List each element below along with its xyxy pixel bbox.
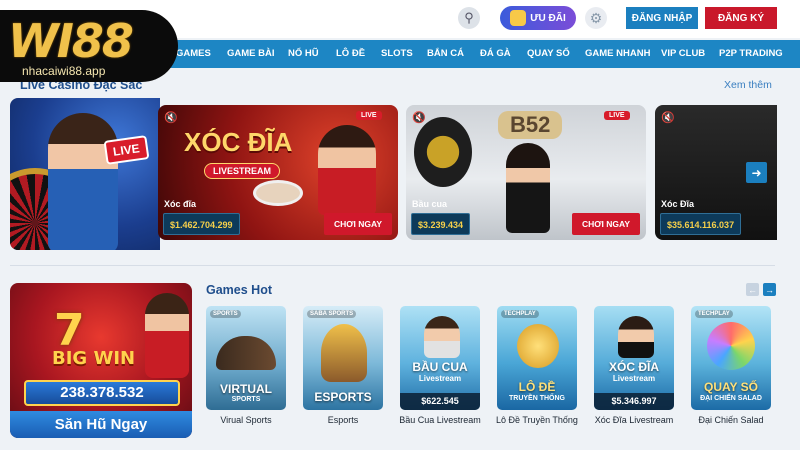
- mute-icon[interactable]: 🔇: [164, 111, 178, 124]
- search-icon[interactable]: ⚲: [458, 7, 480, 29]
- see-more-link[interactable]: Xem thêm: [724, 79, 772, 91]
- nav-item-games[interactable]: GAMES: [176, 40, 211, 68]
- tile-title: LÔ ĐỀ: [518, 380, 556, 394]
- card-amount: $35.614.116.037: [660, 213, 742, 235]
- jackpot-banner[interactable]: 7 BIG WIN 238.378.532 Săn Hũ Ngay: [10, 283, 192, 438]
- dice-plate: [253, 180, 303, 206]
- tile-title: ESPORTS: [314, 390, 372, 404]
- provider-badge: TECHPLAY: [695, 310, 733, 318]
- tile-title: VIRTUAL: [220, 382, 272, 396]
- host-figure: [424, 316, 460, 358]
- games-hot-next-arrow[interactable]: →: [763, 283, 776, 296]
- lucky-seven-graphic: 7: [54, 305, 85, 356]
- game-tile[interactable]: BẦU CUA Livestream $622.545: [400, 306, 480, 410]
- god-of-wealth-graphic: [517, 324, 559, 368]
- prize-wheel-graphic: [707, 322, 755, 370]
- game-tile-label[interactable]: Esports: [295, 415, 391, 425]
- big-win-label: BIG WIN: [52, 348, 136, 369]
- bowl-graphic: [414, 117, 472, 187]
- game-tile[interactable]: TECHPLAY LÔ ĐỀ TRUYỀN THỐNG: [497, 306, 577, 410]
- tile-subtitle: ĐẠI CHIẾN SALAD: [700, 395, 762, 402]
- live-game-card[interactable]: 🔇 LIVE XÓC ĐĨA LIVESTREAM Xóc đĩa $1.462…: [158, 105, 398, 240]
- game-tile-label[interactable]: Xóc Đĩa Livestream: [586, 415, 682, 425]
- nav-item-jackpot[interactable]: NỔ HŨ: [288, 40, 319, 68]
- live-badge: LIVE: [103, 135, 150, 165]
- card-game-name: Xóc Đĩa: [661, 199, 695, 209]
- nav-item-p2p-trading[interactable]: P2P TRADING: [719, 40, 783, 68]
- game-tile[interactable]: TECHPLAY QUAY SỐ ĐẠI CHIẾN SALAD: [691, 306, 771, 410]
- gift-icon: [510, 10, 527, 26]
- racing-graphic: [216, 336, 276, 370]
- nav-item-number-draw[interactable]: QUAY SỐ: [527, 40, 570, 68]
- play-now-button[interactable]: CHƠI NGAY: [324, 213, 392, 235]
- game-tile-label[interactable]: Đại Chiến Salad: [683, 415, 779, 425]
- logo-mark: WI88: [8, 14, 134, 68]
- tile-subtitle: Livestream: [418, 374, 462, 383]
- card-game-name: Bầu cua: [412, 199, 448, 209]
- card-big-title: XÓC ĐĨA: [184, 127, 293, 157]
- nav-item-slots[interactable]: SLOTS: [381, 40, 413, 68]
- game-tile-label[interactable]: Lô Đề Truyền Thống: [489, 415, 585, 425]
- hunt-jackpot-button[interactable]: Săn Hũ Ngay: [10, 411, 192, 438]
- tile-jackpot-amount: $622.545: [400, 393, 480, 410]
- games-hot-title: Games Hot: [206, 283, 272, 297]
- dealer-figure: [506, 143, 550, 233]
- games-hot-prev-arrow[interactable]: ←: [746, 283, 759, 296]
- live-game-card[interactable]: 🔇 LIVE B52 Bầu cua $3.239.434 CHƠI NGAY: [406, 105, 646, 240]
- mute-icon[interactable]: 🔇: [661, 111, 675, 124]
- nav-item-card-games[interactable]: GAME BÀI: [227, 40, 275, 68]
- tile-title: BẦU CUA: [412, 360, 468, 374]
- game-tile[interactable]: SABA SPORTS ESPORTS: [303, 306, 383, 410]
- dealer-figure: [48, 113, 118, 250]
- dealer-figure: [318, 125, 376, 215]
- provider-badge: SABA SPORTS: [307, 310, 357, 318]
- tile-subtitle: TRUYỀN THỐNG: [509, 395, 565, 402]
- tile-subtitle: SPORTS: [231, 396, 261, 403]
- logo-url: nhacaiwi88.app: [22, 64, 106, 78]
- live-badge: LIVE: [604, 111, 630, 120]
- jackpot-amount: 238.378.532: [24, 380, 180, 406]
- card-big-title: B52: [498, 111, 563, 139]
- nav-item-lottery[interactable]: LÔ ĐỀ: [336, 40, 365, 68]
- nav-item-vip-club[interactable]: VIP CLUB: [661, 40, 705, 68]
- game-tile-label[interactable]: Virual Sports: [198, 415, 294, 425]
- nav-item-fast-games[interactable]: GAME NHANH: [585, 40, 650, 68]
- card-amount: $3.239.434: [411, 213, 471, 235]
- tile-subtitle: Livestream: [612, 374, 656, 383]
- live-casino-banner[interactable]: LIVE: [10, 98, 160, 250]
- live-casino-next-arrow[interactable]: ➜: [746, 162, 767, 183]
- live-badge: LIVE: [356, 111, 382, 120]
- tile-title: XÓC ĐĨA: [608, 360, 659, 374]
- game-tile[interactable]: XÓC ĐĨA Livestream $5.346.997: [594, 306, 674, 410]
- game-tile-label[interactable]: Bầu Cua Livestream: [392, 415, 488, 425]
- host-figure: [618, 316, 654, 358]
- play-now-button[interactable]: CHƠI NGAY: [572, 213, 640, 235]
- login-button[interactable]: ĐĂNG NHẬP: [626, 7, 698, 29]
- card-amount: $1.462.704.299: [163, 213, 240, 235]
- warrior-graphic: [321, 324, 367, 382]
- mascot-figure: [145, 293, 189, 378]
- promo-button[interactable]: ƯU ĐÃI: [500, 6, 576, 30]
- section-divider: [10, 265, 775, 266]
- tile-title: QUAY SỐ: [703, 380, 759, 394]
- gear-icon[interactable]: ⚙: [585, 7, 607, 29]
- mute-icon[interactable]: 🔇: [412, 111, 426, 124]
- game-tile[interactable]: SPORTS VIRTUAL SPORTS: [206, 306, 286, 410]
- promo-label: ƯU ĐÃI: [530, 12, 566, 24]
- provider-badge: SPORTS: [210, 310, 241, 318]
- card-game-name: Xóc đĩa: [164, 199, 197, 209]
- nav-item-cockfight[interactable]: ĐÁ GÀ: [480, 40, 511, 68]
- register-button[interactable]: ĐĂNG KÝ: [705, 7, 777, 29]
- tile-jackpot-amount: $5.346.997: [594, 393, 674, 410]
- logo[interactable]: WI88 nhacaiwi88.app: [0, 10, 178, 82]
- provider-badge: TECHPLAY: [501, 310, 539, 318]
- card-sub-title: LIVESTREAM: [204, 163, 281, 179]
- nav-item-fishing[interactable]: BẮN CÁ: [427, 40, 464, 68]
